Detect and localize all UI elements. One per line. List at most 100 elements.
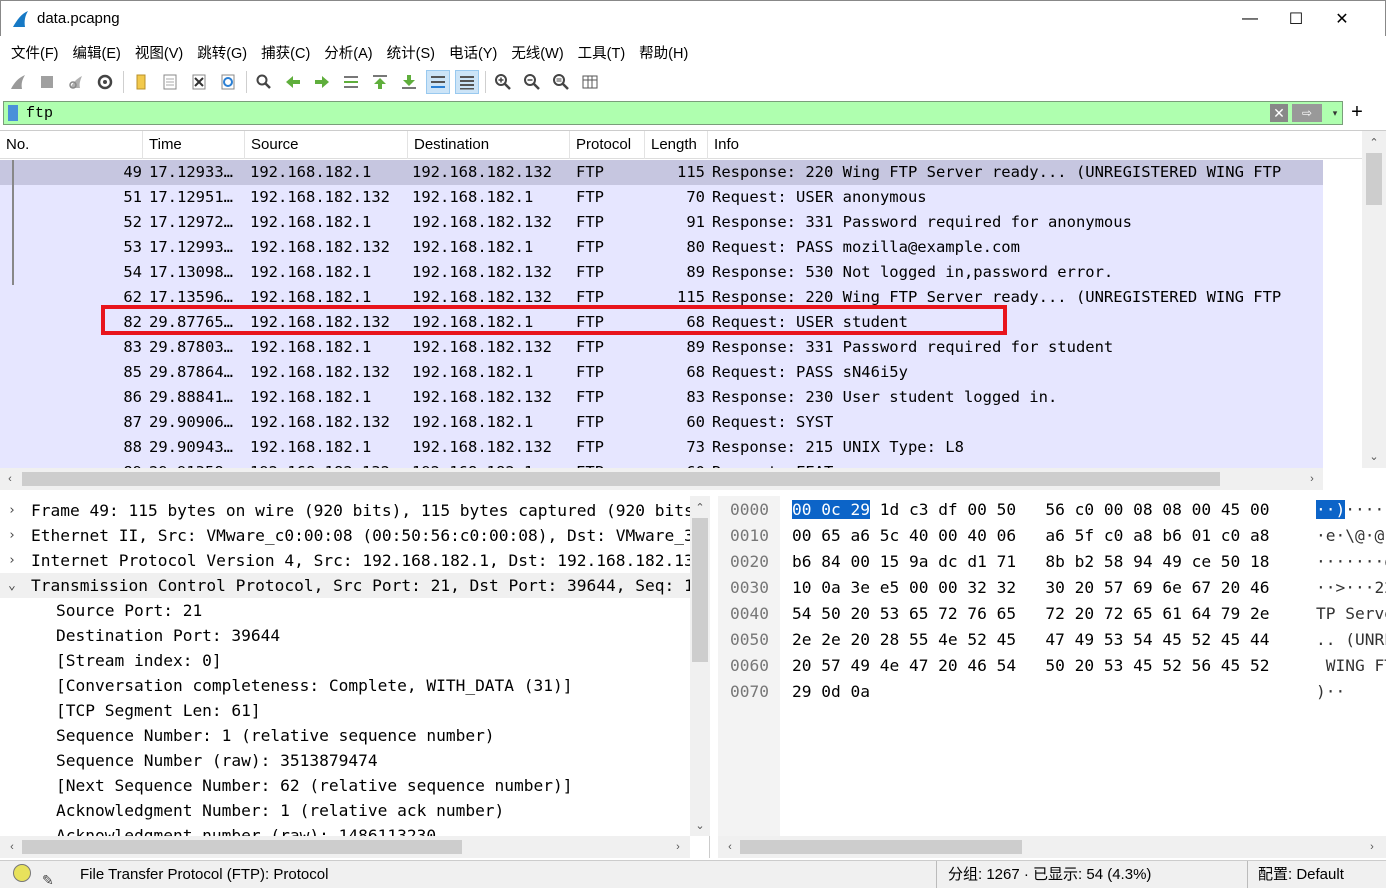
bytes-dump[interactable]: 0000 00 0c 29 1d c3 df 00 50 56 c0 00 08 … [718, 497, 1386, 835]
apply-filter-icon[interactable]: ⇨ [1292, 104, 1322, 122]
expand-arrow-icon[interactable]: › [8, 548, 22, 573]
detail-tree-item[interactable]: › Frame 49: 115 bytes on wire (920 bits),… [0, 498, 690, 523]
expand-arrow-icon[interactable]: › [8, 523, 22, 548]
menu-capture[interactable]: 捕获(C) [254, 42, 317, 63]
scroll-thumb[interactable] [22, 472, 1220, 486]
open-file-icon[interactable] [129, 70, 153, 94]
go-to-packet-icon[interactable] [339, 70, 363, 94]
expand-arrow-icon[interactable]: › [8, 498, 22, 523]
column-header-protocol[interactable]: Protocol [570, 131, 645, 159]
menu-help[interactable]: 帮助(H) [632, 42, 695, 63]
scroll-thumb[interactable] [692, 518, 708, 662]
detail-tree-item[interactable]: [Next Sequence Number: 62 (relative sequ… [0, 773, 690, 798]
packet-row[interactable]: 51 17.12951… 192.168.182.132 192.168.182.1 F… [0, 185, 1323, 210]
resize-columns-icon[interactable] [578, 70, 602, 94]
maximize-button[interactable]: ☐ [1273, 1, 1319, 37]
menu-edit[interactable]: 编辑(E) [66, 42, 128, 63]
capture-options-icon[interactable] [93, 70, 117, 94]
column-header-time[interactable]: Time [143, 131, 245, 159]
menu-telephony[interactable]: 电话(Y) [442, 42, 504, 63]
packet-row[interactable]: 83 29.87803… 192.168.182.1 192.168.182.132 F… [0, 335, 1323, 360]
close-file-icon[interactable] [187, 70, 211, 94]
scroll-down-icon[interactable]: ⌄ [1366, 449, 1382, 465]
bookmark-icon[interactable] [8, 105, 18, 121]
detail-tree-item[interactable]: Sequence Number: 1 (relative sequence nu… [0, 723, 690, 748]
bytes-hscrollbar[interactable]: ‹ › [718, 836, 1386, 858]
go-back-icon[interactable] [281, 70, 305, 94]
find-packet-icon[interactable] [252, 70, 276, 94]
menu-statistics[interactable]: 统计(S) [380, 42, 442, 63]
scroll-up-icon[interactable]: ⌃ [692, 500, 708, 516]
detail-tree-item[interactable]: › Internet Protocol Version 4, Src: 192.1… [0, 548, 690, 573]
restart-capture-icon[interactable] [64, 70, 88, 94]
clear-filter-icon[interactable]: ✕ [1270, 104, 1288, 122]
packet-list-hscrollbar[interactable]: ‹ › [0, 468, 1323, 490]
edit-comment-icon[interactable]: ✎ [42, 866, 54, 888]
status-profile[interactable]: 配置: Default [1258, 861, 1344, 888]
detail-tree-item[interactable]: [TCP Segment Len: 61] [0, 698, 690, 723]
go-first-icon[interactable] [368, 70, 392, 94]
go-forward-icon[interactable] [310, 70, 334, 94]
filter-history-dropdown[interactable]: ▾ [1328, 104, 1342, 122]
packet-row[interactable]: 54 17.13098… 192.168.182.1 192.168.182.132 F… [0, 260, 1323, 285]
packet-row[interactable]: 49 17.12933… 192.168.182.1 192.168.182.132 F… [0, 160, 1323, 185]
menu-view[interactable]: 视图(V) [128, 42, 190, 63]
expand-arrow-icon[interactable]: ⌄ [8, 573, 22, 598]
scroll-right-icon[interactable]: › [1364, 839, 1380, 855]
detail-tree-item[interactable]: [Stream index: 0] [0, 648, 690, 673]
packet-list-vscrollbar[interactable]: ⌃ ⌄ [1362, 131, 1386, 468]
scroll-up-icon[interactable]: ⌃ [1366, 135, 1382, 151]
scroll-left-icon[interactable]: ‹ [2, 471, 18, 487]
scroll-down-icon[interactable]: ⌄ [692, 818, 708, 834]
start-capture-icon[interactable] [6, 70, 30, 94]
detail-tree-item[interactable]: ⌄ Transmission Control Protocol, Src Port… [0, 573, 690, 598]
stop-capture-icon[interactable] [35, 70, 59, 94]
packet-row[interactable]: 88 29.90943… 192.168.182.1 192.168.182.132 F… [0, 435, 1323, 460]
reload-file-icon[interactable] [216, 70, 240, 94]
detail-tree-item[interactable]: Acknowledgment number (raw): 1486113230 [0, 823, 690, 836]
column-header-no[interactable]: No. [0, 131, 143, 159]
scroll-thumb[interactable] [22, 840, 462, 854]
packet-row[interactable]: 86 29.88841… 192.168.182.1 192.168.182.132 F… [0, 385, 1323, 410]
scroll-thumb[interactable] [740, 840, 1022, 854]
packet-row[interactable]: 89 29.91358… 192.168.182.132 192.168.182.1 F… [0, 460, 1323, 468]
menu-wireless[interactable]: 无线(W) [504, 42, 570, 63]
menu-analyze[interactable]: 分析(A) [317, 42, 379, 63]
column-header-source[interactable]: Source [245, 131, 408, 159]
zoom-out-icon[interactable] [520, 70, 544, 94]
add-filter-button[interactable]: + [1348, 100, 1366, 124]
packet-row[interactable]: 53 17.12993… 192.168.182.132 192.168.182.1 F… [0, 235, 1323, 260]
expert-info-icon[interactable] [13, 864, 31, 882]
detail-tree-item[interactable]: Source Port: 21 [0, 598, 690, 623]
zoom-in-icon[interactable] [491, 70, 515, 94]
close-button[interactable]: ✕ [1319, 1, 1365, 37]
go-last-icon[interactable] [397, 70, 421, 94]
detail-tree-item[interactable]: Acknowledgment Number: 1 (relative ack n… [0, 798, 690, 823]
scroll-thumb[interactable] [1366, 153, 1382, 205]
minimize-button[interactable]: — [1227, 1, 1273, 37]
scroll-left-icon[interactable]: ‹ [722, 839, 738, 855]
column-header-destination[interactable]: Destination [408, 131, 570, 159]
save-file-icon[interactable] [158, 70, 182, 94]
menu-go[interactable]: 跳转(G) [190, 42, 254, 63]
menu-tools[interactable]: 工具(T) [571, 42, 633, 63]
scroll-right-icon[interactable]: › [670, 839, 686, 855]
details-hscrollbar[interactable]: ‹ › [0, 836, 690, 858]
details-vscrollbar[interactable]: ⌃ ⌄ [690, 496, 710, 836]
column-header-info[interactable]: Info [708, 131, 1323, 159]
autoscroll-icon[interactable] [426, 70, 450, 94]
detail-tree-item[interactable]: Destination Port: 39644 [0, 623, 690, 648]
packet-row[interactable]: 87 29.90906… 192.168.182.132 192.168.182.1 F… [0, 410, 1323, 435]
detail-tree-item[interactable]: Sequence Number (raw): 3513879474 [0, 748, 690, 773]
display-filter-input[interactable] [26, 103, 1226, 123]
zoom-normal-icon[interactable] [549, 70, 573, 94]
packet-row[interactable]: 85 29.87864… 192.168.182.132 192.168.182.1 F… [0, 360, 1323, 385]
scroll-right-icon[interactable]: › [1304, 471, 1320, 487]
menu-file[interactable]: 文件(F) [4, 42, 66, 63]
detail-tree-item[interactable]: [Conversation completeness: Complete, WI… [0, 673, 690, 698]
scroll-left-icon[interactable]: ‹ [4, 839, 20, 855]
column-header-length[interactable]: Length [645, 131, 708, 159]
packet-row[interactable]: 52 17.12972… 192.168.182.1 192.168.182.132 F… [0, 210, 1323, 235]
detail-tree-item[interactable]: › Ethernet II, Src: VMware_c0:00:08 (00:5… [0, 523, 690, 548]
colorize-icon[interactable] [455, 70, 479, 94]
